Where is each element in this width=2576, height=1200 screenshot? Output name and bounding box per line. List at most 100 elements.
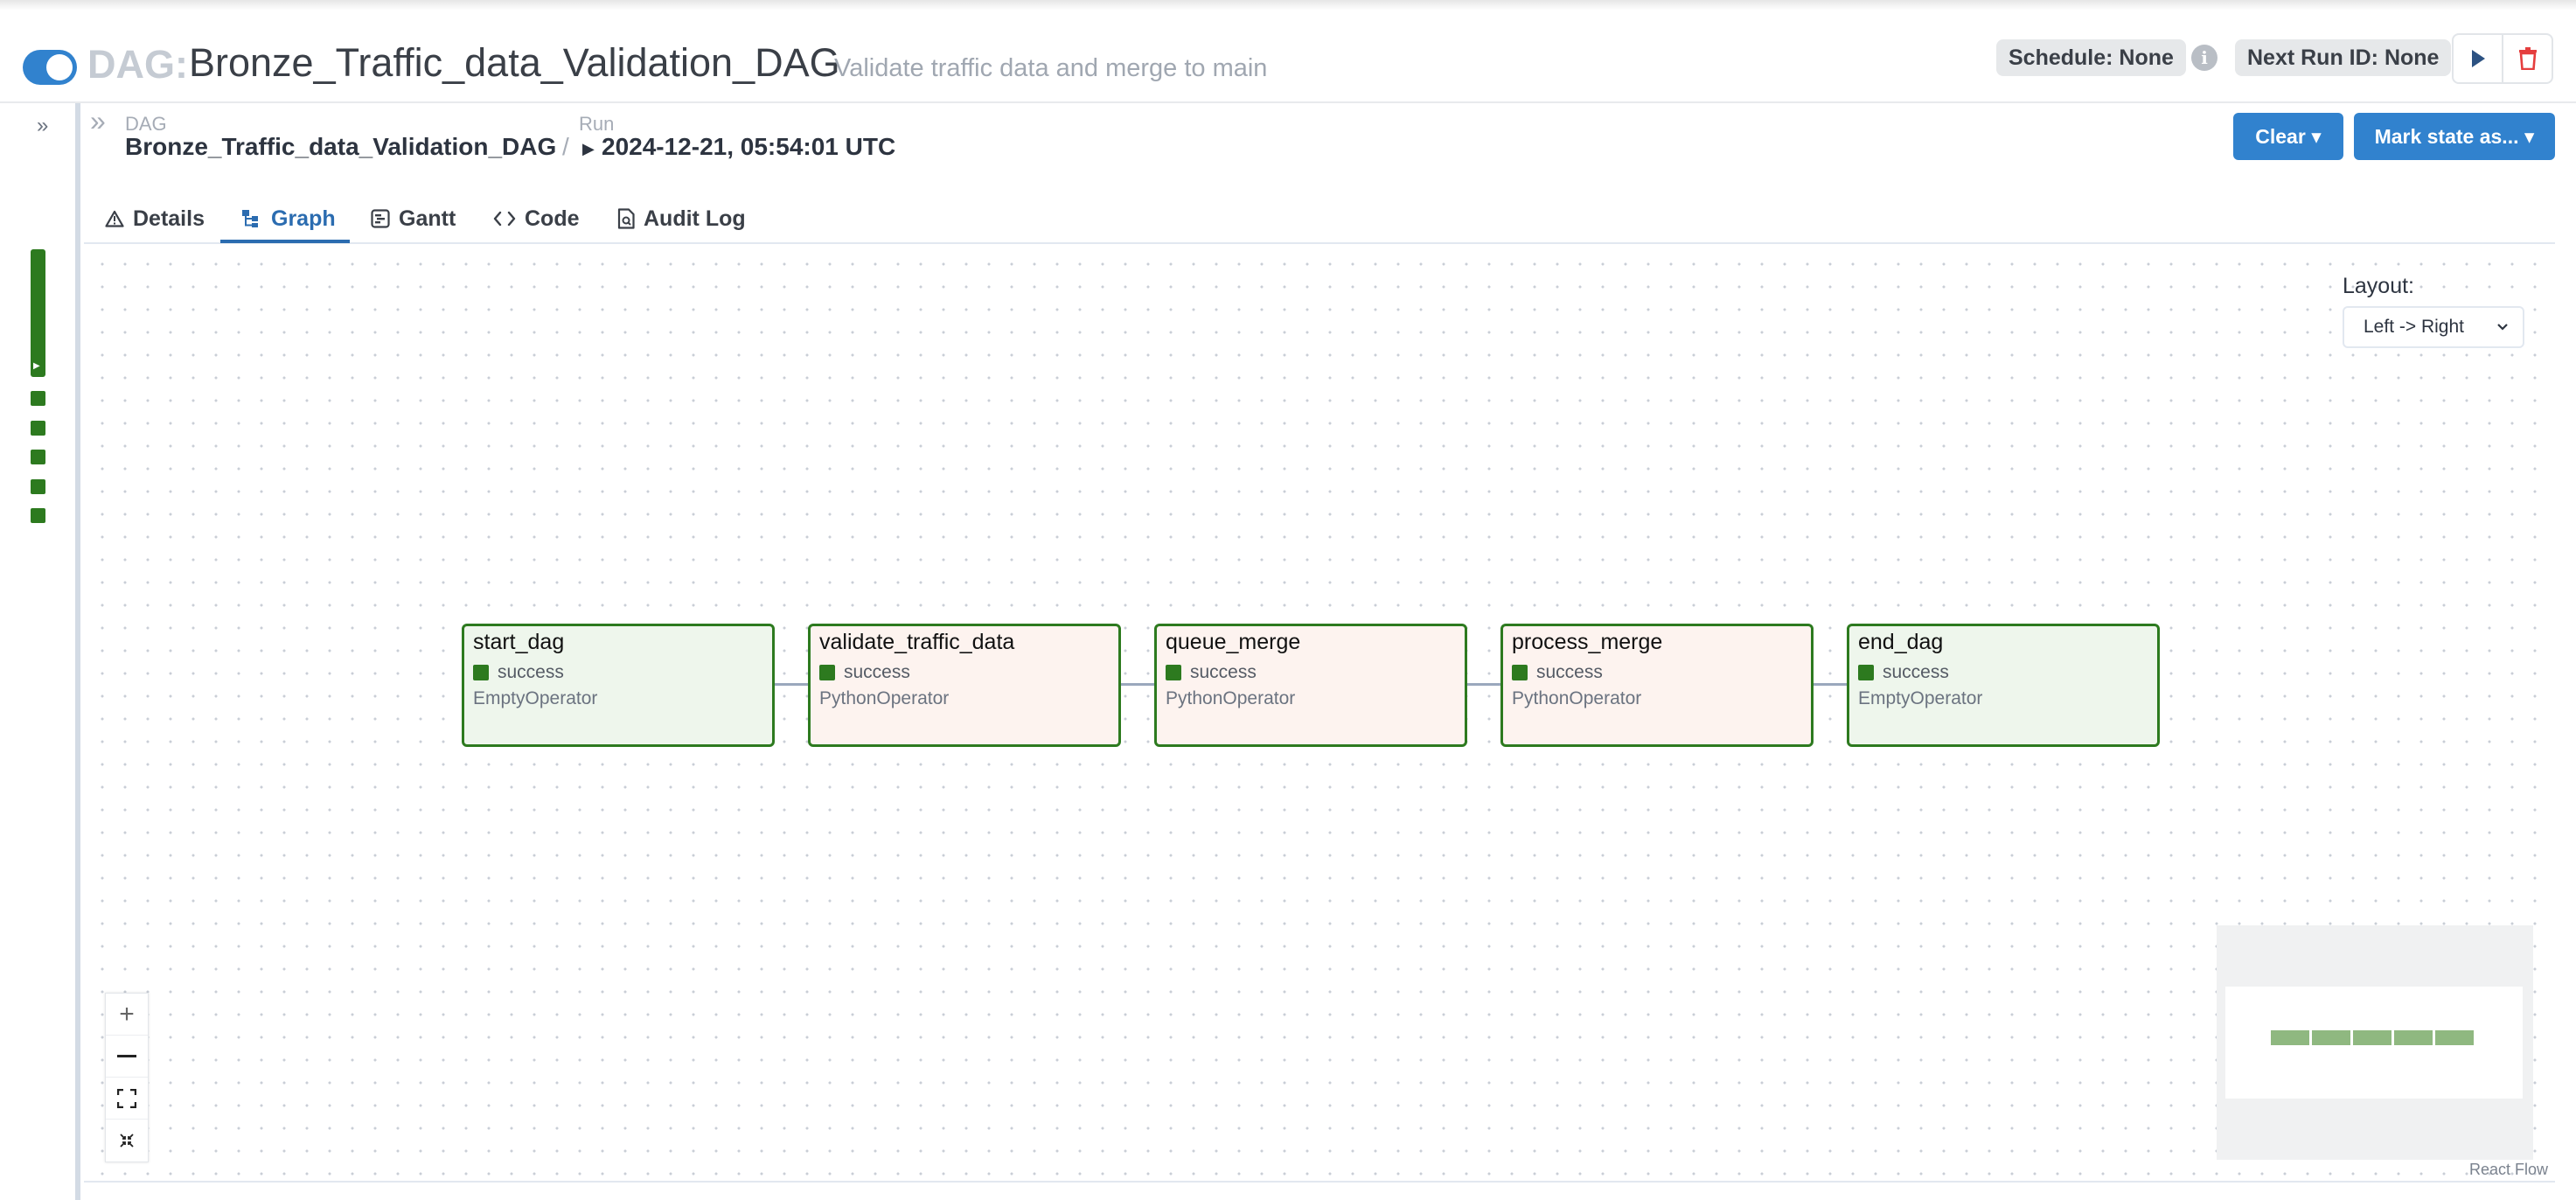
task-node-state-label: success (1190, 662, 1257, 682)
run-triangle-icon: ▶ (582, 140, 595, 157)
caret-down-icon: ▾ (2524, 125, 2535, 148)
expand-icon[interactable]: » (90, 105, 106, 137)
state-square-icon (1166, 665, 1181, 680)
task-node-queue-merge[interactable]: queue_merge success PythonOperator (1154, 624, 1467, 747)
gantt-icon (371, 209, 390, 228)
task-node-state: success (1858, 662, 1949, 683)
task-node-operator: EmptyOperator (1858, 688, 1983, 708)
task-node-operator: PythonOperator (1512, 688, 1642, 708)
tab-label: Code (525, 206, 580, 231)
task-node-name: validate_traffic_data (819, 630, 1015, 654)
react-flow-attribution[interactable]: React Flow (2469, 1161, 2548, 1179)
grid-divider (75, 103, 80, 1200)
task-node-state-label: success (844, 662, 910, 682)
minimap-node (2353, 1030, 2392, 1045)
task-node-state-label: success (1883, 662, 1949, 682)
tab-gantt[interactable]: Gantt (371, 194, 456, 243)
graph-icon (242, 210, 258, 227)
task-instance-square[interactable] (31, 508, 45, 523)
plus-icon: + (119, 999, 135, 1029)
breadcrumb-separator: / (562, 133, 569, 160)
minimap-node (2394, 1030, 2433, 1045)
graph-edge (1814, 683, 1850, 686)
mark-state-button-label: Mark state as... (2374, 125, 2519, 148)
info-icon[interactable]: i (2191, 45, 2217, 71)
zoom-controls: + (105, 993, 149, 1162)
task-node-end-dag[interactable]: end_dag success EmptyOperator (1847, 624, 2160, 747)
task-instance-square[interactable] (31, 450, 45, 464)
toggle-knob (46, 54, 73, 80)
code-icon (493, 211, 516, 227)
minus-icon (117, 1054, 136, 1057)
warning-triangle-icon (105, 210, 124, 227)
task-instance-square[interactable] (31, 391, 45, 406)
task-node-start-dag[interactable]: start_dag success EmptyOperator (462, 624, 775, 747)
layout-label: Layout: (2343, 274, 2415, 298)
task-node-process-merge[interactable]: process_merge success PythonOperator (1500, 624, 1814, 747)
task-node-name: queue_merge (1166, 630, 1301, 654)
task-node-operator: PythonOperator (819, 688, 950, 708)
play-icon (2471, 50, 2485, 67)
clear-button[interactable]: Clear ▾ (2233, 113, 2343, 160)
tabs-divider (84, 242, 2555, 244)
state-square-icon (819, 665, 835, 680)
fit-view-button[interactable] (106, 1078, 148, 1120)
document-icon (617, 208, 635, 229)
zoom-in-button[interactable]: + (106, 994, 148, 1036)
next-run-badge: Next Run ID: None (2235, 39, 2452, 76)
graph-edge (775, 683, 811, 686)
breadcrumb-dag-link[interactable]: Bronze_Traffic_data_Validation_DAG (125, 133, 556, 161)
collapse-grid-icon[interactable]: » (37, 114, 48, 138)
task-node-operator: PythonOperator (1166, 688, 1296, 708)
graph-edge (1121, 683, 1158, 686)
minimap-node (2435, 1030, 2474, 1045)
chevron-down-icon (2497, 324, 2508, 331)
toggle-interactivity-button[interactable] (106, 1120, 148, 1162)
task-node-name: process_merge (1512, 630, 1663, 654)
tab-label: Details (133, 206, 205, 231)
top-shadow (0, 0, 2576, 10)
task-node-state: success (819, 662, 910, 683)
dag-pause-toggle[interactable] (23, 50, 77, 85)
layout-select-value: Left -> Right (2364, 317, 2464, 337)
zoom-out-button[interactable] (106, 1036, 148, 1078)
graph-edge (1467, 683, 1504, 686)
state-square-icon (1512, 665, 1528, 680)
dag-run-bar[interactable] (31, 249, 45, 377)
trigger-dag-button[interactable] (2454, 35, 2502, 82)
tab-label: Audit Log (644, 206, 746, 231)
dag-action-buttons (2452, 33, 2553, 84)
trash-icon (2518, 47, 2537, 70)
active-tab-indicator (220, 240, 350, 243)
task-instance-square[interactable] (31, 479, 45, 494)
tab-label: Gantt (399, 206, 456, 231)
tab-graph[interactable]: Graph (241, 194, 336, 243)
task-node-state: success (473, 662, 564, 683)
mark-state-button[interactable]: Mark state as... ▾ (2354, 113, 2555, 160)
task-instance-square[interactable] (31, 421, 45, 436)
task-node-state-label: success (1536, 662, 1603, 682)
layout-select[interactable]: Left -> Right (2343, 306, 2524, 348)
header-divider (0, 101, 2576, 103)
tab-details[interactable]: Details (105, 194, 205, 243)
clear-button-label: Clear (2255, 125, 2306, 148)
task-node-state: success (1166, 662, 1257, 683)
minimap-node (2271, 1030, 2309, 1045)
task-node-validate-traffic-data[interactable]: validate_traffic_data success PythonOper… (808, 624, 1121, 747)
dag-prefix: DAG: (87, 42, 188, 87)
tab-code[interactable]: Code (493, 194, 580, 243)
state-square-icon (1858, 665, 1874, 680)
breadcrumb-run-value[interactable]: 2024-12-21, 05:54:01 UTC (602, 133, 895, 161)
tab-label: Graph (271, 206, 336, 231)
task-node-operator: EmptyOperator (473, 688, 598, 708)
run-type-icon: ▶ (33, 361, 40, 371)
tab-audit-log[interactable]: Audit Log (617, 194, 746, 243)
fullscreen-icon (117, 1088, 136, 1108)
delete-dag-button[interactable] (2502, 35, 2552, 82)
dag-title: Bronze_Traffic_data_Validation_DAG (189, 40, 840, 85)
dag-description: Validate traffic data and merge to main (834, 54, 1268, 82)
minimap[interactable] (2217, 925, 2533, 1160)
minimap-node (2312, 1030, 2350, 1045)
schedule-badge: Schedule: None (1996, 39, 2186, 76)
task-node-name: start_dag (473, 630, 565, 654)
